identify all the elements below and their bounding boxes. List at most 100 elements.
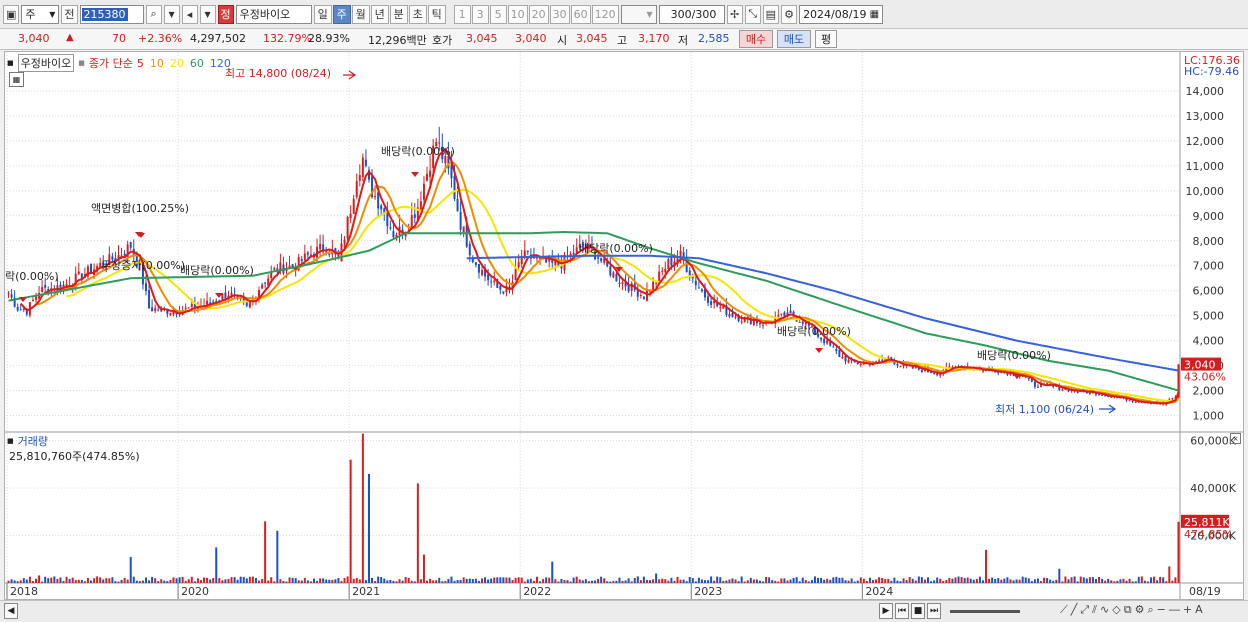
timeframe-tab[interactable]: 초 — [408, 4, 427, 24]
volume-bar — [926, 577, 929, 583]
interval-button[interactable]: 120 — [591, 4, 619, 24]
chart-tools-icon[interactable]: ⤡ — [744, 4, 761, 24]
volume-bar — [465, 578, 468, 583]
trend-tool-icon[interactable]: ⤢ — [1080, 603, 1089, 617]
volume-bar — [1003, 578, 1006, 583]
timeframe-tab[interactable]: 년 — [370, 4, 389, 24]
interval-button[interactable]: 1 — [453, 4, 471, 24]
stock-badge: 정 — [217, 4, 234, 24]
close-panel-icon[interactable]: × — [1230, 433, 1241, 444]
price-volume-chart[interactable]: 1,0002,0003,0004,0005,0006,0007,0008,000… — [5, 52, 1243, 599]
table-icon[interactable]: ▦ — [9, 72, 24, 87]
candle-body — [667, 259, 670, 269]
interval-custom-dropdown[interactable]: ▼ — [620, 4, 657, 24]
interval-button[interactable]: 30 — [549, 4, 570, 24]
fib-tool-icon[interactable]: ⫽ — [1092, 603, 1097, 617]
bid-label: 호가 — [432, 34, 453, 47]
volume-bar — [349, 459, 352, 583]
last-page-button[interactable]: ⏭ — [927, 603, 941, 619]
volume-bar — [890, 580, 893, 583]
candle-body — [832, 346, 835, 348]
volume-bar — [1033, 579, 1036, 583]
stock-dropdown-button[interactable]: ▼ — [163, 4, 180, 24]
speaker-dropdown-icon[interactable]: ▼ — [199, 4, 216, 24]
scroll-left-button[interactable]: ◀ — [4, 603, 18, 619]
volume-bar — [300, 580, 303, 583]
save-icon[interactable]: ▤ — [762, 4, 780, 24]
volume-bar — [978, 576, 981, 583]
volume-bar — [288, 577, 291, 583]
candle-body — [300, 259, 303, 262]
calendar-icon[interactable]: ▦ — [870, 9, 879, 20]
current-price: 3,040 — [18, 32, 50, 45]
search-icon[interactable]: ⌕ — [145, 4, 162, 24]
chart-area[interactable]: 1,0002,0003,0004,0005,0006,0007,0008,000… — [4, 51, 1244, 600]
volume-bar — [1146, 581, 1149, 583]
candle-body — [1046, 383, 1049, 385]
legend-title[interactable]: 우정바이오 — [17, 54, 75, 72]
timeframe-tab[interactable]: 주 — [332, 4, 351, 24]
candle-body — [719, 307, 722, 309]
candle-body — [456, 198, 459, 212]
speaker-icon[interactable]: ◂ — [181, 4, 198, 24]
count-field[interactable]: 300 /300 — [658, 4, 725, 24]
volume-bar — [251, 576, 254, 583]
window-menu-icon[interactable]: ▣ — [3, 4, 20, 24]
event-annotation: 락(0.00%) — [5, 270, 59, 283]
zoom-icon[interactable]: ⌕ — [1147, 603, 1153, 617]
volume-bar — [352, 578, 355, 583]
price-tick-label: 2,000 — [1193, 385, 1225, 398]
wave-tool-icon[interactable]: ∿ — [1100, 603, 1109, 617]
prev-button[interactable]: 전 — [61, 4, 78, 24]
copy-tool-icon[interactable]: ⧉ — [1124, 603, 1132, 617]
volume-bar — [258, 580, 261, 583]
settings-tool-icon[interactable]: ⚙ — [1135, 603, 1145, 617]
volume-bar — [303, 577, 306, 583]
volume-bar — [74, 580, 77, 583]
legend-square-icon: ■ — [7, 59, 14, 67]
interval-button[interactable]: 10 — [507, 4, 528, 24]
candle-body — [35, 296, 38, 300]
eval-button[interactable]: 평 — [815, 30, 837, 48]
stock-code-input[interactable]: 215380 — [79, 4, 144, 24]
zoom-out-icon[interactable]: − — [1157, 603, 1166, 617]
volume-bar — [1079, 576, 1082, 583]
price-tick-label: 8,000 — [1193, 235, 1225, 248]
sell-button[interactable]: 매도 — [777, 30, 811, 48]
zoom-slider[interactable] — [950, 610, 1020, 613]
volume-bar — [765, 577, 768, 583]
shape-tool-icon[interactable]: ◇ — [1112, 603, 1120, 617]
volume-bar — [242, 576, 245, 583]
scroll-track[interactable] — [20, 605, 876, 617]
gear-icon[interactable]: ⚙ — [781, 4, 798, 24]
volume-bar — [267, 580, 270, 583]
line-tool-icon[interactable]: ╱ — [1071, 603, 1078, 617]
text-tool-icon[interactable]: A — [1195, 603, 1203, 617]
timeframe-tab[interactable]: 월 — [351, 4, 370, 24]
date-field[interactable]: 2024/08/19 ▦ — [799, 4, 884, 24]
volume-bar — [1061, 581, 1064, 583]
buy-button[interactable]: 매수 — [739, 30, 773, 48]
line-tool-icon[interactable]: ⟋ — [1060, 603, 1068, 617]
period-dropdown[interactable]: 주 ▼ — [21, 4, 60, 24]
line-icon[interactable]: ― — [1169, 603, 1180, 617]
timeframe-tab[interactable]: 일 — [313, 4, 332, 24]
price-tick-label: 6,000 — [1193, 285, 1225, 298]
volume-bar — [166, 581, 169, 583]
volume-bar — [474, 578, 477, 583]
volume-bar — [1153, 576, 1156, 583]
timeframe-tab[interactable]: 틱 — [427, 4, 446, 24]
zoom-in-icon[interactable]: + — [1183, 603, 1192, 617]
interval-button[interactable]: 20 — [528, 4, 549, 24]
stop-button[interactable]: ■ — [911, 603, 925, 619]
volume-bar — [627, 578, 630, 583]
timeframe-tab[interactable]: 분 — [389, 4, 408, 24]
interval-button[interactable]: 5 — [489, 4, 507, 24]
first-page-button[interactable]: ⏮ — [895, 603, 909, 619]
crosshair-icon[interactable]: ✢ — [726, 4, 743, 24]
stock-name-field[interactable]: 우정바이오 — [235, 4, 312, 24]
interval-button[interactable]: 60 — [570, 4, 591, 24]
candle-body — [490, 281, 493, 283]
interval-button[interactable]: 3 — [471, 4, 489, 24]
scroll-right-button[interactable]: ▶ — [879, 603, 893, 619]
